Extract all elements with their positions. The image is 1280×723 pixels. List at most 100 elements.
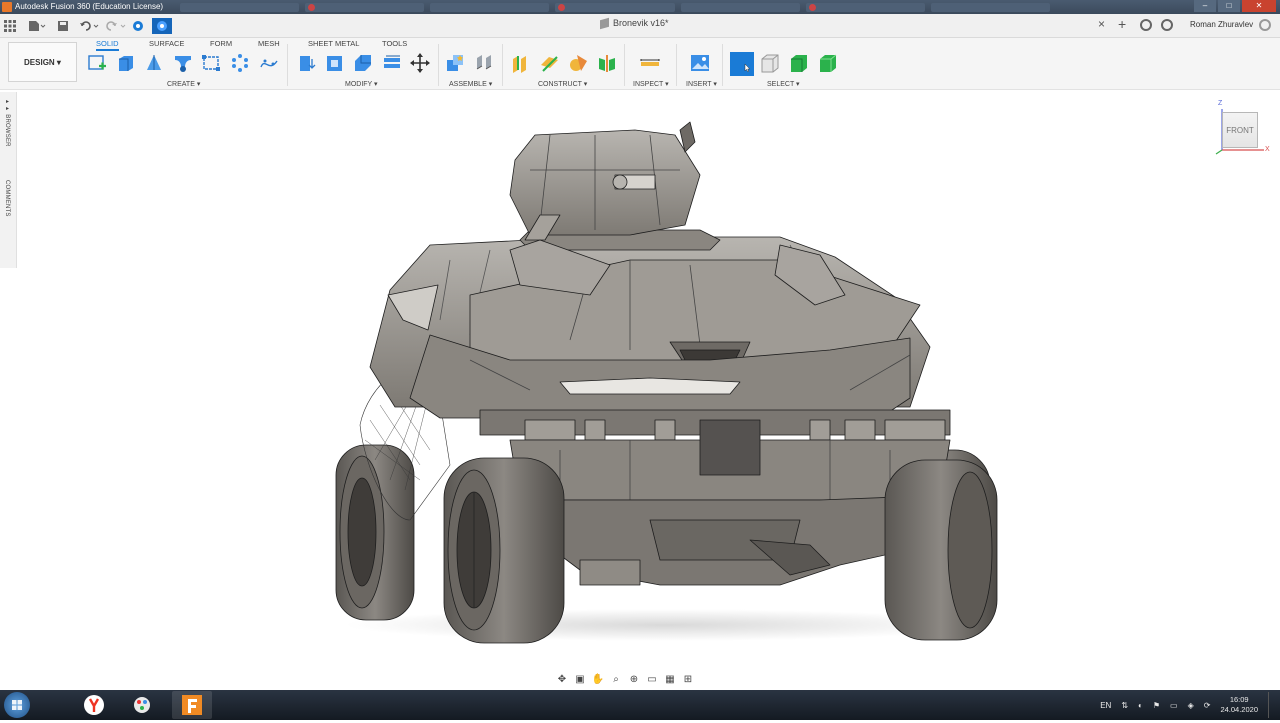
window-select-icon[interactable]	[760, 53, 780, 73]
view-cube[interactable]: Z FRONT X	[1212, 100, 1274, 158]
zoom-icon[interactable]: ⌕	[609, 674, 623, 685]
maximize-button[interactable]: □	[1218, 0, 1240, 12]
ribbon-divider	[676, 44, 677, 86]
tab-sheet-metal[interactable]: SHEET METAL	[308, 39, 359, 48]
network-icon[interactable]: ⇅	[1121, 701, 1128, 710]
midplane-icon[interactable]	[597, 53, 617, 73]
look-at-icon[interactable]: ▣	[573, 674, 587, 685]
workspace-switcher[interactable]: DESIGN ▾	[8, 42, 77, 82]
pan-icon[interactable]: ✋	[591, 674, 605, 685]
bg-tab[interactable]	[930, 3, 1050, 12]
sweep-icon[interactable]	[173, 53, 193, 73]
pattern-icon[interactable]	[230, 53, 250, 73]
orbit-icon[interactable]: ✥	[555, 674, 569, 685]
grid-icon[interactable]	[4, 18, 16, 34]
inspect-group-label[interactable]: INSPECT ▾	[633, 80, 669, 88]
workspace-label: DESIGN	[24, 57, 55, 67]
flag-icon[interactable]: ⚑	[1153, 701, 1160, 710]
language-indicator[interactable]: EN	[1100, 701, 1111, 710]
press-pull-icon[interactable]	[296, 53, 316, 73]
bg-tab[interactable]	[180, 3, 300, 12]
construct-group-label[interactable]: CONSTRUCT ▾	[538, 80, 587, 88]
select-group-label[interactable]: SELECT ▾	[767, 80, 800, 88]
bg-tab[interactable]	[430, 3, 550, 12]
joint-icon[interactable]	[474, 53, 494, 73]
bg-tab[interactable]	[680, 3, 800, 12]
ribbon-divider	[438, 44, 439, 86]
assemble-group-label[interactable]: ASSEMBLE ▾	[449, 80, 492, 88]
data-panel-icon[interactable]	[152, 18, 172, 34]
extensions-icon[interactable]	[1140, 19, 1152, 31]
tab-tools[interactable]: TOOLS	[382, 39, 407, 48]
browser-label: BROWSER	[4, 114, 10, 147]
window-title: Autodesk Fusion 360 (Education License)	[15, 2, 164, 11]
file-icon[interactable]	[28, 18, 46, 34]
clock[interactable]: 16:09 24.04.2020	[1220, 695, 1258, 715]
job-status-circle-icon[interactable]	[1161, 19, 1173, 31]
plane-at-angle-icon[interactable]	[540, 53, 560, 73]
fusion-taskbar-icon[interactable]	[172, 691, 212, 719]
user-account-menu[interactable]: Roman Zhuravlev	[1190, 20, 1253, 29]
insert-canvas-icon[interactable]	[690, 53, 710, 73]
bg-tab[interactable]	[805, 3, 925, 12]
document-tab[interactable]: Bronevik v16*	[600, 17, 669, 29]
move-copy-icon[interactable]	[410, 53, 430, 73]
sync-icon[interactable]: ⟳	[1204, 701, 1211, 710]
tab-form[interactable]: FORM	[210, 39, 232, 48]
create-group-label[interactable]: CREATE ▾	[167, 80, 200, 88]
close-tab-icon[interactable]: ×	[1098, 17, 1105, 31]
armored-vehicle-model[interactable]	[330, 120, 1010, 650]
redo-icon[interactable]	[106, 18, 126, 34]
sound-icon[interactable]: ◈	[1188, 701, 1194, 710]
measure-icon[interactable]	[640, 53, 660, 73]
chamfer-icon[interactable]	[353, 53, 373, 73]
battery-icon[interactable]: ▭	[1170, 701, 1178, 710]
undo-icon[interactable]	[79, 18, 99, 34]
grid-settings-icon[interactable]: ▦	[663, 674, 677, 685]
create-sketch-icon[interactable]	[87, 53, 107, 73]
shell-icon[interactable]	[382, 53, 402, 73]
ribbon-divider	[287, 44, 288, 86]
viewports-icon[interactable]: ⊞	[681, 674, 695, 685]
select-tool-button[interactable]	[730, 52, 754, 76]
new-tab-icon[interactable]: +	[1118, 16, 1126, 32]
select-label: SELECT	[767, 81, 795, 88]
tab-solid[interactable]: SOLID	[96, 39, 119, 51]
new-component-icon[interactable]	[445, 53, 465, 73]
extrude-icon[interactable]	[116, 53, 136, 73]
selection-filter-icon[interactable]	[818, 53, 838, 73]
inspect-label: INSPECT	[633, 81, 664, 88]
start-button[interactable]	[4, 692, 30, 718]
volume-icon[interactable]: ◐	[1138, 701, 1143, 710]
show-desktop-button[interactable]	[1268, 692, 1274, 718]
paint-app-icon[interactable]	[122, 691, 162, 719]
display-settings-icon[interactable]: ▭	[645, 674, 659, 685]
viewcube-front-face[interactable]: FRONT	[1222, 112, 1258, 148]
tangent-plane-icon[interactable]	[568, 53, 588, 73]
modify-group-label[interactable]: MODIFY ▾	[345, 80, 378, 88]
help-icon[interactable]	[1259, 19, 1271, 31]
browser-tab[interactable]: ▸▸ BROWSER	[4, 98, 11, 147]
job-status-icon[interactable]	[132, 18, 144, 34]
revolve-icon[interactable]	[144, 53, 164, 73]
save-icon[interactable]	[57, 18, 69, 34]
spline-icon[interactable]	[259, 53, 279, 73]
create-label: CREATE	[167, 81, 195, 88]
rectangle-icon[interactable]	[201, 53, 221, 73]
bg-tab[interactable]	[305, 3, 425, 12]
tab-mesh[interactable]: MESH	[258, 39, 280, 48]
minimize-button[interactable]: –	[1194, 0, 1216, 12]
tab-surface[interactable]: SURFACE	[149, 39, 184, 48]
comments-tab[interactable]: COMMENTS	[4, 180, 10, 217]
fusion-app-icon	[2, 2, 12, 12]
bg-tab[interactable]	[555, 3, 675, 12]
offset-plane-icon[interactable]	[511, 53, 531, 73]
toolbar-ribbon: DESIGN ▾ SOLID SURFACE FORM MESH SHEET M…	[0, 38, 1280, 90]
close-window-button[interactable]: ✕	[1242, 0, 1276, 12]
fillet-icon[interactable]	[325, 53, 345, 73]
fit-icon[interactable]: ⊕	[627, 674, 641, 685]
browser-panel-collapsed: ▸▸ BROWSER COMMENTS	[0, 92, 17, 268]
insert-group-label[interactable]: INSERT ▾	[686, 80, 717, 88]
yandex-browser-icon[interactable]	[74, 691, 114, 719]
selection-priority-icon[interactable]	[789, 53, 809, 73]
